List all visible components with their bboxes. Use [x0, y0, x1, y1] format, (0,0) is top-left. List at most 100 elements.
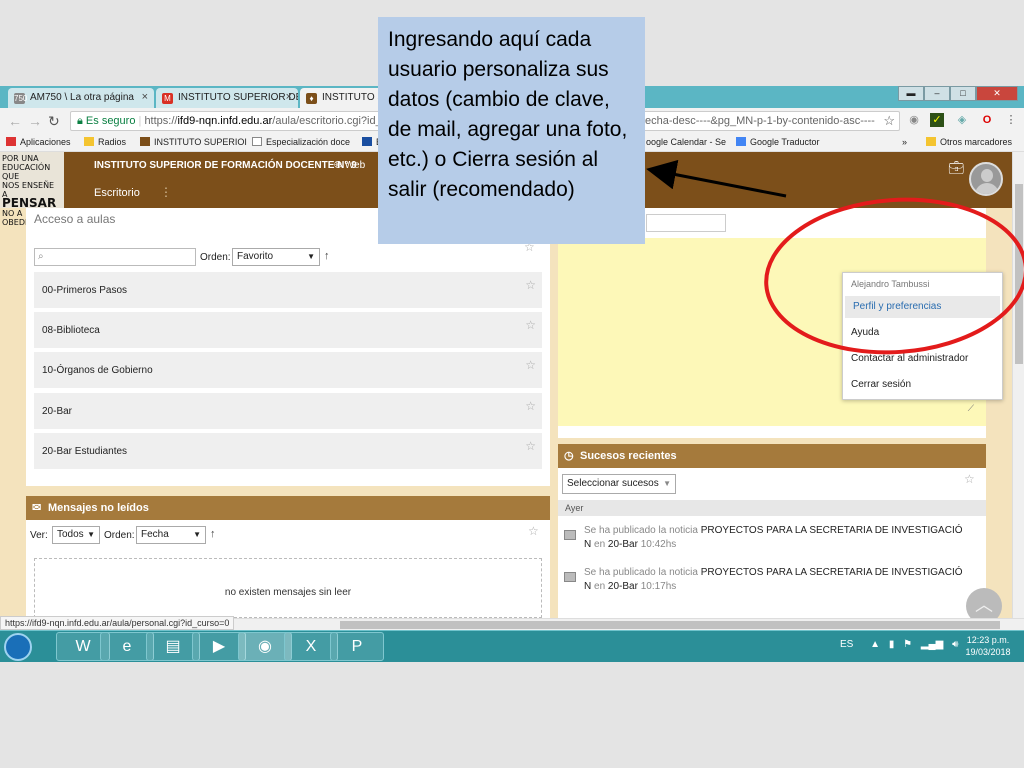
- slide: 750 AM750 \ La otra página × M INSTITUTO…: [0, 0, 1024, 768]
- course-item[interactable]: 08-Biblioteca ☆: [34, 312, 542, 348]
- empty-messages: no existen mensajes sin leer: [34, 558, 542, 618]
- annotation-callout: Ingresando aquí cada usuario personaliza…: [378, 17, 645, 244]
- bookmark-google-traductor[interactable]: Google Traductor: [736, 137, 820, 147]
- bookmark-radios[interactable]: Radios: [84, 137, 126, 147]
- reload-icon[interactable]: ↻: [48, 113, 60, 130]
- star-icon[interactable]: ☆: [528, 524, 539, 538]
- resize-handle-icon[interactable]: ⟋: [968, 403, 974, 414]
- network-icon[interactable]: ▂▄▆: [921, 639, 943, 650]
- forward-icon[interactable]: →: [28, 113, 42, 129]
- sucesos-header: ◷ Sucesos recientes: [558, 444, 986, 468]
- gmail-icon: M: [162, 93, 173, 104]
- bookmark-otros-marcadores[interactable]: Otros marcadores: [926, 137, 1012, 147]
- bookmark-aplicaciones[interactable]: Aplicaciones: [6, 137, 71, 147]
- sucesos-block: ◷ Sucesos recientes Seleccionar sucesos ▼ …: [558, 444, 986, 618]
- powerpoint-icon[interactable]: P: [330, 632, 384, 661]
- dropdown-caret-icon: ▼: [663, 479, 671, 488]
- extension-icon[interactable]: ✓: [930, 113, 944, 127]
- notes-title-input[interactable]: [646, 214, 726, 232]
- am750-favicon: 750: [14, 93, 28, 104]
- taskbar: W e ▤ ▶ ◉ X P ES ▲ ▮ ⚑ ▂▄▆ 🔊︎ 12:23 p.m.…: [0, 630, 1024, 662]
- star-icon[interactable]: ☆: [525, 278, 536, 292]
- bookmark-google-calendar[interactable]: oogle Calendar - Se: [646, 137, 726, 147]
- close-window-button[interactable]: ✕: [976, 86, 1018, 101]
- course-item[interactable]: 00-Primeros Pasos ☆: [34, 272, 542, 308]
- close-icon[interactable]: ×: [286, 91, 292, 103]
- star-icon[interactable]: ☆: [525, 439, 536, 453]
- day-header: Ayer: [558, 500, 986, 516]
- scroll-to-top-button[interactable]: ︿: [966, 588, 1002, 618]
- ver-select[interactable]: Todos ▼: [52, 526, 100, 544]
- minimize-button[interactable]: –: [924, 86, 950, 101]
- url-path: /aula/escritorio.cgi?id_c: [272, 115, 388, 127]
- course-search-input[interactable]: ⌕: [34, 248, 196, 266]
- globe-icon: 🌐︎: [334, 160, 342, 171]
- tab-title: AM750 \ La otra página: [30, 92, 134, 103]
- maximize-button[interactable]: □: [950, 86, 976, 101]
- vertical-scrollbar[interactable]: [1012, 152, 1024, 618]
- tab-instituto[interactable]: ♦ INSTITUTO SU: [300, 88, 390, 108]
- secure-label: Es seguro: [85, 115, 136, 127]
- language-indicator[interactable]: ES: [840, 639, 853, 650]
- power-icon[interactable]: ▮: [889, 639, 895, 650]
- apps-grid-icon: [6, 137, 16, 146]
- course-item[interactable]: 20-Bar Estudiantes ☆: [34, 433, 542, 469]
- star-icon[interactable]: ☆: [964, 472, 975, 486]
- site-name[interactable]: INSTITUTO SUPERIOR DE FORMACIÓN DOCENTE …: [94, 160, 357, 171]
- menu-cerrar-sesion[interactable]: Cerrar sesión: [843, 374, 1002, 396]
- star-icon[interactable]: ☆: [525, 399, 536, 413]
- window-controls: ▬ – □ ✕: [898, 86, 1018, 102]
- bookmark-instituto[interactable]: INSTITUTO SUPERIOI: [140, 137, 247, 147]
- user-avatar[interactable]: [969, 162, 1003, 196]
- tab-am750[interactable]: 750 AM750 \ La otra página ×: [8, 88, 154, 108]
- opera-icon[interactable]: O: [980, 113, 994, 127]
- status-url: https://ifd9-nqn.infd.edu.ar/aula/person…: [0, 616, 235, 630]
- course-item[interactable]: 20-Bar ☆: [34, 393, 542, 429]
- url-host: ifd9-nqn.infd.edu.ar: [177, 115, 273, 127]
- menu-perfil-preferencias[interactable]: Perfil y preferencias: [845, 296, 1000, 318]
- bp-icon: [362, 137, 372, 146]
- menu-icon[interactable]: ⋮: [1004, 113, 1018, 127]
- url-tail: echa-desc----&pg_MN-p-1-by-contenido-asc…: [645, 115, 875, 127]
- event-item[interactable]: Se ha publicado la noticia PROYECTOS PAR…: [564, 566, 978, 594]
- back-icon[interactable]: ←: [8, 113, 22, 129]
- sort-direction-icon[interactable]: ↑: [210, 528, 216, 540]
- user-menu: Alejandro Tambussi Perfil y preferencias…: [842, 272, 1003, 400]
- tray-expand-icon[interactable]: ▲: [870, 639, 880, 650]
- briefcase-icon[interactable]: 💼︎: [948, 160, 965, 176]
- sort-direction-icon[interactable]: ↑: [324, 250, 330, 262]
- nav-escritorio[interactable]: Escritorio: [94, 187, 140, 199]
- menu-ayuda[interactable]: Ayuda: [843, 322, 1002, 344]
- menu-contactar-admin[interactable]: Contactar al administrador: [843, 348, 1002, 370]
- url-scheme: https://: [144, 115, 178, 127]
- bookmark-especializacion[interactable]: Especialización doce: [252, 137, 350, 147]
- star-icon[interactable]: ☆: [525, 358, 536, 372]
- order-select[interactable]: Fecha ▼: [136, 526, 206, 544]
- tab-title: INSTITUTO SUPERIOR DE: [178, 92, 298, 103]
- clock[interactable]: 12:23 p.m. 19/03/2018: [956, 634, 1020, 658]
- more-bookmarks-icon[interactable]: »: [902, 137, 907, 147]
- tab-gmail[interactable]: M INSTITUTO SUPERIOR DE ×: [156, 88, 298, 108]
- news-icon: [564, 572, 576, 582]
- star-icon[interactable]: ☆: [525, 318, 536, 332]
- scroll-thumb[interactable]: [1015, 184, 1023, 364]
- flag-icon[interactable]: ⚑: [903, 639, 912, 650]
- sucesos-select[interactable]: Seleccionar sucesos ▼: [562, 474, 676, 494]
- more-nav-icon[interactable]: ⋮: [160, 185, 172, 199]
- system-tray: ES ▲ ▮ ⚑ ▂▄▆ 🔊︎: [840, 639, 958, 650]
- course-item[interactable]: 10-Órganos de Gobierno ☆: [34, 352, 542, 388]
- event-item[interactable]: Se ha publicado la noticia PROYECTOS PAR…: [564, 524, 978, 552]
- extension-icon[interactable]: ◈: [955, 113, 969, 127]
- web-button[interactable]: 🌐︎ Web: [334, 156, 365, 176]
- site-logo[interactable]: POR UNA EDUCACIÓN QUE NOS ENSEÑE A PENSA…: [0, 152, 64, 227]
- extension-icon[interactable]: ◉: [907, 113, 921, 127]
- profile-button[interactable]: ▬: [898, 86, 924, 101]
- scroll-thumb[interactable]: [340, 621, 1000, 629]
- mensajes-header: ✉ Mensajes no leídos: [26, 496, 550, 520]
- lock-icon: 🔒︎: [77, 115, 86, 127]
- order-select[interactable]: Favorito ▼: [232, 248, 320, 266]
- bookmark-star-icon[interactable]: ☆: [883, 112, 895, 130]
- start-button[interactable]: [4, 633, 32, 661]
- close-icon[interactable]: ×: [142, 91, 148, 103]
- clock-icon: ◷: [564, 450, 574, 462]
